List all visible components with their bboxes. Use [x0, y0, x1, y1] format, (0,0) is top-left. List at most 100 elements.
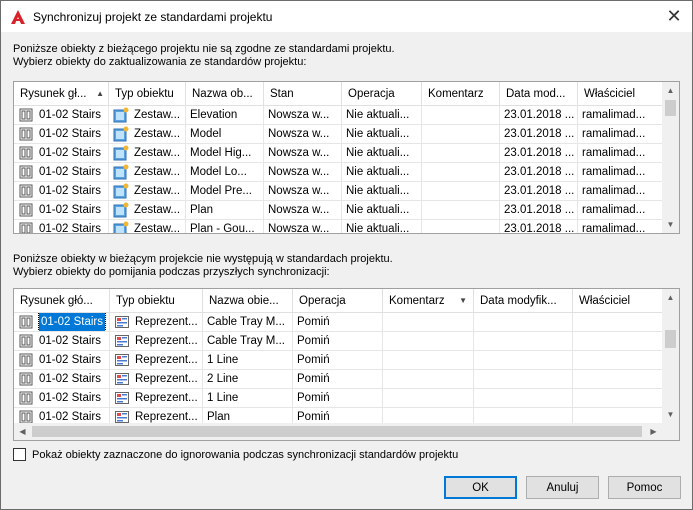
- column-header[interactable]: Stan: [264, 82, 342, 106]
- vertical-scrollbar[interactable]: ▲ ▼: [662, 82, 679, 233]
- table-row[interactable]: 01-02 Stairs Reprezent... 1 Line Pomiń: [14, 351, 664, 370]
- table-header: Rysunek gł... ▲ Typ obiektu Nazwa ob... Stan…: [14, 82, 664, 106]
- missing-objects-table[interactable]: Rysunek głó... Typ obiektu Nazwa obie... Op…: [13, 288, 680, 441]
- table-cell: [383, 370, 474, 389]
- table-row[interactable]: 01-02 Stairs Zestaw... Elevation Nowsza w..…: [14, 106, 664, 125]
- ok-button[interactable]: OK: [444, 476, 517, 499]
- scroll-thumb[interactable]: [32, 426, 642, 437]
- table-cell: Pomiń: [293, 332, 383, 351]
- table-cell: Nie aktuali...: [342, 220, 422, 233]
- scroll-down-icon[interactable]: ▼: [662, 406, 679, 423]
- table-cell: 01-02 Stairs: [14, 370, 110, 389]
- show-ignored-checkbox[interactable]: [13, 448, 26, 461]
- show-ignored-checkbox-row[interactable]: Pokaż obiekty zaznaczone do ignorowania …: [13, 448, 458, 461]
- table-row[interactable]: 01-02 Stairs Reprezent... Cable Tray M... P…: [14, 313, 664, 332]
- table-row[interactable]: 01-02 Stairs Reprezent... 2 Line Pomiń: [14, 370, 664, 389]
- table-cell: Nowsza w...: [264, 182, 342, 201]
- column-header[interactable]: Właściciel: [573, 289, 664, 313]
- column-header[interactable]: Właściciel: [578, 82, 664, 106]
- vertical-scrollbar[interactable]: ▲ ▼: [662, 289, 679, 423]
- style-set-icon: [113, 164, 129, 180]
- column-header-label: Nazwa obie...: [209, 295, 279, 307]
- scroll-left-icon[interactable]: ◀: [14, 423, 31, 440]
- nonconforming-objects-table[interactable]: Rysunek gł... ▲ Typ obiektu Nazwa ob... Stan…: [13, 81, 680, 234]
- cell-text: ramalimad...: [582, 166, 646, 178]
- table-row[interactable]: 01-02 Stairs Zestaw... Plan Nowsza w... Nie …: [14, 201, 664, 220]
- table-cell: 01-02 Stairs: [14, 313, 110, 332]
- cell-text: ramalimad...: [582, 223, 646, 234]
- drawing-icon: [18, 107, 34, 123]
- cell-text: 01-02 Stairs: [39, 373, 102, 385]
- scroll-up-icon[interactable]: ▲: [662, 289, 679, 306]
- column-header[interactable]: Typ obiektu: [110, 289, 203, 313]
- table-cell: Zestaw...: [109, 182, 186, 201]
- table-row[interactable]: 01-02 Stairs Zestaw... Plan - Gou... Nowsza…: [14, 220, 664, 234]
- table-cell: Nie aktuali...: [342, 163, 422, 182]
- drawing-icon: [18, 145, 34, 161]
- cell-text: Nie aktuali...: [346, 147, 410, 159]
- scroll-thumb[interactable]: [665, 330, 676, 348]
- cell-text: Zestaw...: [134, 147, 181, 159]
- table-row[interactable]: 01-02 Stairs Reprezent... 1 Line Pomiń: [14, 389, 664, 408]
- column-header-label: Właściciel: [584, 88, 636, 100]
- column-header[interactable]: Operacja: [293, 289, 383, 313]
- column-header[interactable]: Typ obiektu: [109, 82, 186, 106]
- table-cell: [422, 201, 500, 220]
- table-cell: Reprezent...: [110, 313, 203, 332]
- table-cell: ramalimad...: [578, 125, 664, 144]
- scroll-thumb[interactable]: [665, 100, 676, 116]
- column-header[interactable]: Komentarz ▼: [383, 289, 474, 313]
- table-cell: [383, 389, 474, 408]
- column-header[interactable]: Data mod...: [500, 82, 578, 106]
- table-cell: Plan: [186, 201, 264, 220]
- cell-text: 23.01.2018 ...: [504, 223, 575, 234]
- column-header-label: Operacja: [348, 88, 395, 100]
- style-set-icon: [113, 107, 129, 123]
- column-header-label: Rysunek głó...: [20, 295, 93, 307]
- column-header-label: Data modyfik...: [480, 295, 557, 307]
- cancel-button[interactable]: Anuluj: [526, 476, 599, 499]
- bottom-description-line2: Wybierz obiekty do pomijania podczas prz…: [13, 266, 330, 278]
- cell-text: Reprezent...: [135, 373, 198, 385]
- drawing-icon: [18, 221, 34, 233]
- column-header[interactable]: Operacja: [342, 82, 422, 106]
- table-cell: 01-02 Stairs: [14, 351, 110, 370]
- column-header[interactable]: Komentarz: [422, 82, 500, 106]
- close-icon[interactable]: ✕: [662, 5, 686, 27]
- column-header[interactable]: Rysunek głó...: [14, 289, 110, 313]
- cell-text: Reprezent...: [135, 316, 198, 328]
- table-cell: 1 Line: [203, 389, 293, 408]
- table-row[interactable]: 01-02 Stairs Zestaw... Model Nowsza w... Nie…: [14, 125, 664, 144]
- table-cell: [573, 313, 664, 332]
- column-header[interactable]: Rysunek gł... ▲: [14, 82, 109, 106]
- cell-text: Nowsza w...: [268, 204, 330, 216]
- column-header[interactable]: Data modyfik...: [474, 289, 573, 313]
- table-cell: [573, 351, 664, 370]
- cell-text: Pomiń: [297, 316, 330, 328]
- table-cell: Nowsza w...: [264, 220, 342, 234]
- representation-icon: [114, 352, 130, 368]
- scroll-down-icon[interactable]: ▼: [662, 216, 679, 233]
- column-header[interactable]: Nazwa ob...: [186, 82, 264, 106]
- scroll-right-icon[interactable]: ▶: [645, 423, 662, 440]
- table-body: 01-02 Stairs Reprezent... Cable Tray M... P…: [14, 313, 664, 427]
- table-cell: Reprezent...: [110, 351, 203, 370]
- table-cell: 01-02 Stairs: [14, 220, 109, 233]
- table-row[interactable]: 01-02 Stairs Reprezent... Cable Tray M... P…: [14, 332, 664, 351]
- table-cell: 01-02 Stairs: [14, 163, 109, 182]
- horizontal-scrollbar[interactable]: ◀ ▶: [14, 423, 679, 440]
- table-cell: Pomiń: [293, 389, 383, 408]
- table-cell: Nowsza w...: [264, 201, 342, 220]
- drawing-icon: [18, 371, 34, 387]
- scroll-up-icon[interactable]: ▲: [662, 82, 679, 99]
- table-cell: 23.01.2018 ...: [500, 201, 578, 220]
- table-row[interactable]: 01-02 Stairs Zestaw... Model Lo... Nowsza w…: [14, 163, 664, 182]
- table-row[interactable]: 01-02 Stairs Zestaw... Model Pre... Nowsza …: [14, 182, 664, 201]
- table-cell: [474, 313, 573, 332]
- help-button[interactable]: Pomoc: [608, 476, 681, 499]
- cell-text: Model Pre...: [190, 185, 252, 197]
- column-header-label: Typ obiektu: [116, 295, 175, 307]
- column-header[interactable]: Nazwa obie...: [203, 289, 293, 313]
- cell-text: Nowsza w...: [268, 223, 330, 234]
- table-row[interactable]: 01-02 Stairs Zestaw... Model Hig... Nowsza …: [14, 144, 664, 163]
